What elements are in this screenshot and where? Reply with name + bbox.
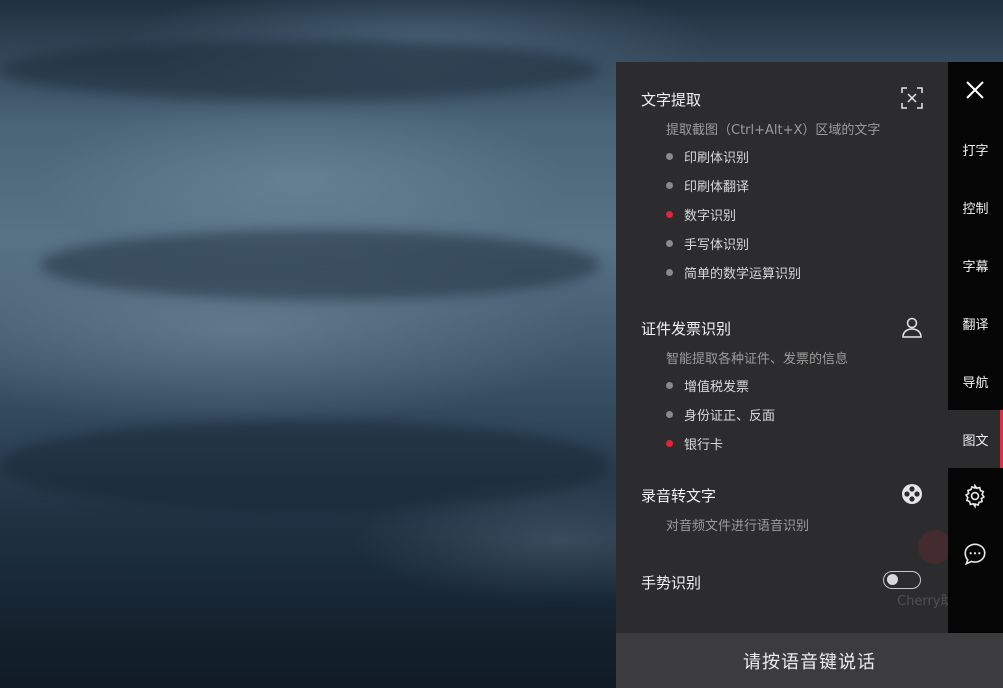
active-status-dot [666,440,673,447]
person-icon[interactable] [900,315,924,339]
option-label: 身份证正、反面 [684,409,776,424]
tab-subtitles[interactable]: 字幕 [948,236,1003,294]
status-dot [666,411,673,418]
status-dot [666,269,673,276]
cherry-logo-watermark [918,530,952,564]
film-reel-icon[interactable] [900,482,924,506]
tab-image-text[interactable]: 图文 [948,410,1003,468]
section-title-text-extract: 文字提取 [641,91,702,109]
status-dot [666,153,673,160]
active-status-dot [666,211,673,218]
gear-icon[interactable] [962,483,988,509]
option-math-recognition[interactable]: 简单的数学运算识别 [666,263,801,282]
option-bank-card[interactable]: 银行卡 [666,434,723,453]
section-desc-text-extract: 提取截图（Ctrl+Alt+X）区域的文字 [666,123,881,138]
tab-control[interactable]: 控制 [948,178,1003,236]
option-label: 增值税发票 [684,380,750,395]
section-title-audio-to-text: 录音转文字 [641,487,717,505]
section-desc-audio-to-text: 对音频文件进行语音识别 [666,519,810,534]
wave-shadow [0,40,600,100]
close-icon[interactable] [960,75,990,105]
option-label: 简单的数学运算识别 [684,267,802,282]
option-label: 印刷体识别 [684,151,750,166]
option-handwriting-recognition[interactable]: 手写体识别 [666,234,749,253]
option-label: 数字识别 [684,209,737,224]
option-label: 手写体识别 [684,238,750,253]
toggle-knob [887,574,898,585]
tab-translate[interactable]: 翻译 [948,294,1003,352]
voice-key-bar[interactable]: 请按语音键说话 [616,633,1003,688]
wave-shadow [40,230,600,300]
section-desc-id-invoice: 智能提取各种证件、发票的信息 [666,352,849,367]
option-printed-translation[interactable]: 印刷体翻译 [666,176,749,195]
option-vat-invoice[interactable]: 增值税发票 [666,376,749,395]
wave-shadow [0,420,610,510]
tab-navigation[interactable]: 导航 [948,352,1003,410]
option-printed-recognition[interactable]: 印刷体识别 [666,147,749,166]
option-label: 银行卡 [684,438,724,453]
status-dot [666,382,673,389]
section-title-gesture: 手势识别 [641,574,702,592]
section-title-id-invoice: 证件发票识别 [641,320,732,338]
scan-text-icon[interactable] [900,86,924,110]
gesture-toggle[interactable] [883,571,921,589]
chat-bubble-icon[interactable] [962,541,988,567]
tab-typing[interactable]: 打字 [948,120,1003,178]
option-id-card[interactable]: 身份证正、反面 [666,405,775,424]
option-label: 印刷体翻译 [684,180,750,195]
status-dot [666,182,673,189]
status-dot [666,240,673,247]
option-number-recognition[interactable]: 数字识别 [666,205,736,224]
voice-key-label: 请按语音键说话 [743,651,876,673]
